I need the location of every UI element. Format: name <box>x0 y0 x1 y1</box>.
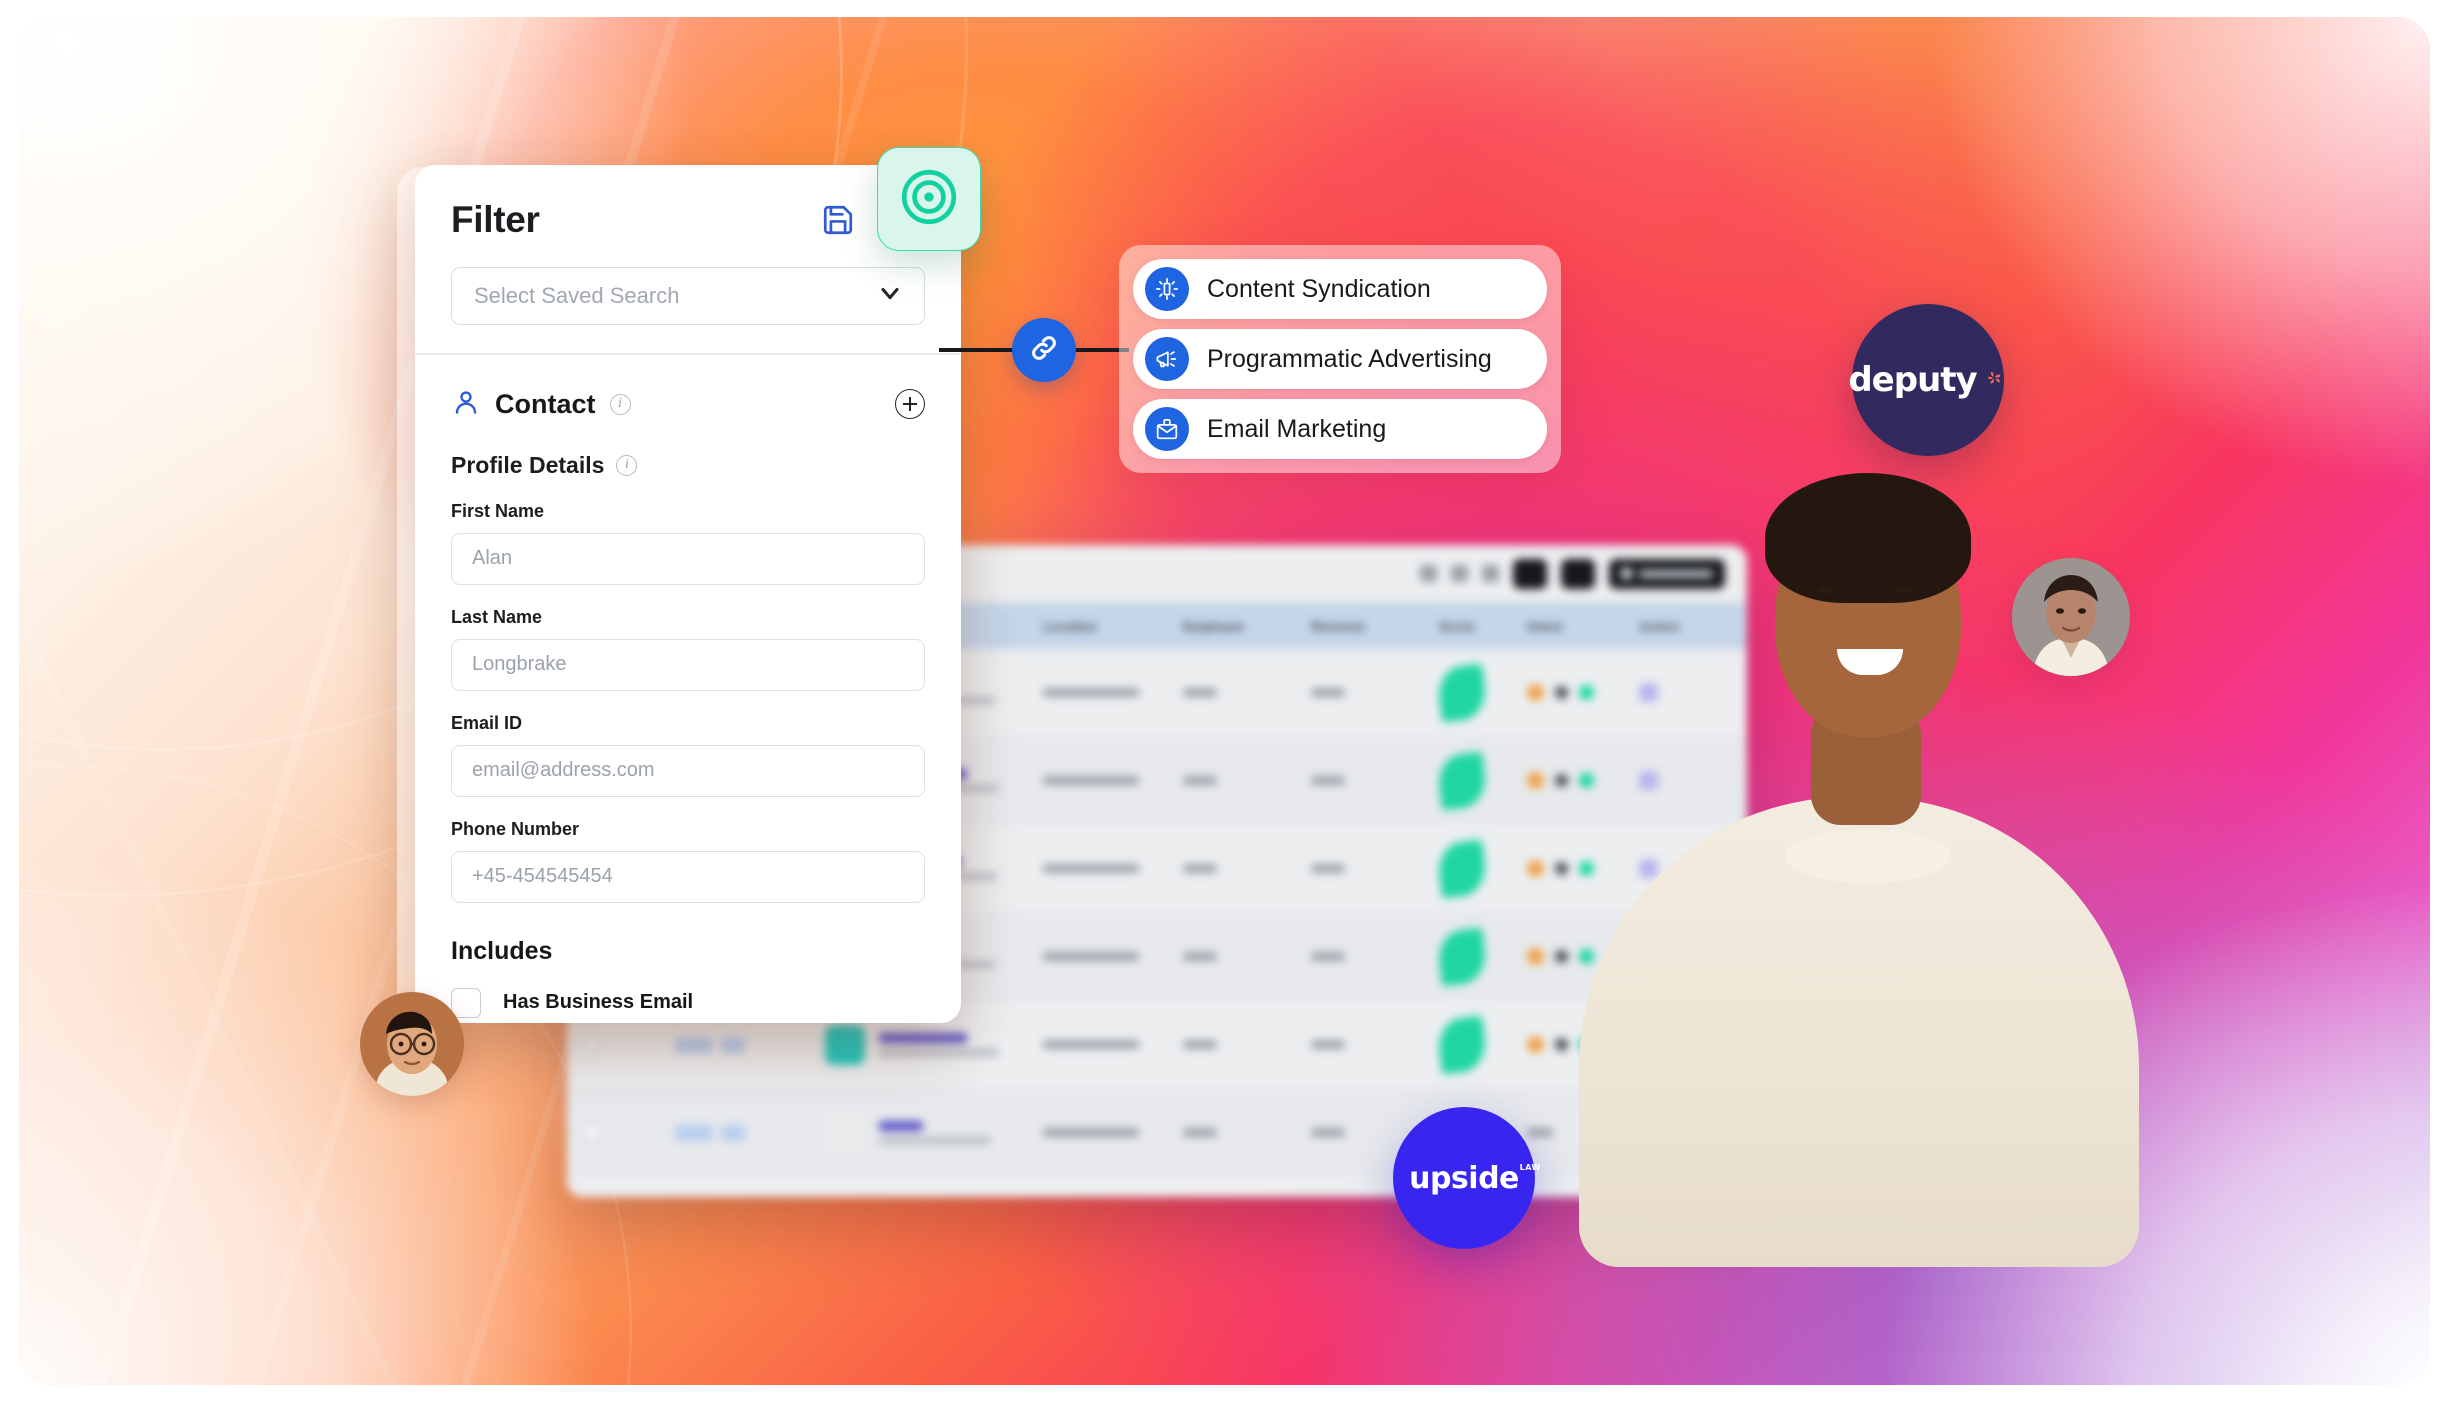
email-id-field: Email ID email@address.com <box>451 713 925 797</box>
email-id-label: Email ID <box>451 712 523 733</box>
grid-view-button[interactable] <box>1513 558 1547 589</box>
includes-title: Includes <box>451 936 553 965</box>
megaphone-icon <box>1145 337 1189 381</box>
last-name-input[interactable]: Longbrake <box>451 638 925 691</box>
deputy-wordmark: deputy <box>1848 360 1977 400</box>
saved-search-select[interactable]: Select Saved Search <box>451 267 925 325</box>
first-name-input[interactable]: Alan <box>451 532 925 585</box>
channel-card-group: Content Syndication Programmatic Adverti… <box>1119 245 1561 473</box>
filter-panel: Filter Select Saved Search Contact i Pro… <box>415 165 961 1023</box>
contact-section-header: Contact i <box>451 387 925 422</box>
upside-wordmark: upside LAW <box>1409 1160 1540 1196</box>
phone-number-label: Phone Number <box>451 818 580 839</box>
info-icon[interactable]: i <box>609 393 631 415</box>
contact-section-title: Contact <box>495 388 596 419</box>
hero-hair <box>1765 473 1971 603</box>
email-id-input[interactable]: email@address.com <box>451 744 925 797</box>
header-divider <box>415 353 961 355</box>
row-checkbox[interactable] <box>583 1036 600 1053</box>
first-name-label: First Name <box>451 500 545 521</box>
link-chain-icon <box>1028 332 1060 369</box>
hero-eye-left <box>1817 585 1834 594</box>
first-name-field: First Name Alan <box>451 501 925 585</box>
profile-details-title: Profile Details <box>451 451 605 478</box>
column-header-employee[interactable]: Employee <box>1183 619 1311 634</box>
logo-upside: upside LAW <box>1393 1107 1540 1249</box>
add-contact-filter-button[interactable] <box>895 389 925 420</box>
channel-card-email-marketing[interactable]: Email Marketing <box>1133 399 1547 459</box>
upside-word-text: upside <box>1409 1160 1519 1196</box>
table-row[interactable] <box>567 1177 1747 1197</box>
save-icon[interactable] <box>821 203 855 237</box>
last-name-field: Last Name Longbrake <box>451 607 925 691</box>
phone-number-field: Phone Number +45-454545454 <box>451 819 925 903</box>
column-header-location[interactable]: Location <box>1043 619 1183 634</box>
settings-icon[interactable] <box>1482 565 1499 582</box>
email-envelope-icon <box>1145 407 1189 451</box>
has-business-email-checkbox[interactable] <box>451 987 481 1018</box>
last-name-label: Last Name <box>451 606 543 627</box>
logo-deputy: deputy <box>1848 304 2004 456</box>
screenshot-stage: Contact Details Company Location Employe… <box>0 0 2449 1402</box>
info-icon[interactable]: i <box>616 454 638 476</box>
hero-collar <box>1785 829 1951 883</box>
avatar-person-left <box>360 992 464 1096</box>
content-syndication-icon <box>1145 267 1189 311</box>
column-header-score: Score <box>1439 618 1476 634</box>
target-badge[interactable] <box>877 147 981 251</box>
upside-suffix: LAW <box>1519 1162 1541 1172</box>
profile-details-header: Profile Details i <box>451 452 925 479</box>
channel-label: Programmatic Advertising <box>1207 344 1492 373</box>
hero-eye-right <box>1895 585 1912 594</box>
column-header-revenue[interactable]: Revenue <box>1311 619 1439 634</box>
gradient-canvas: Contact Details Company Location Employe… <box>19 17 2430 1385</box>
includes-option-business-email[interactable]: Has Business Email <box>451 987 925 1018</box>
row-checkbox[interactable] <box>583 1124 600 1141</box>
phone-number-input[interactable]: +45-454545454 <box>451 850 925 903</box>
edit-icon[interactable] <box>1420 565 1437 582</box>
has-business-email-label: Has Business Email <box>503 991 694 1014</box>
channel-label: Content Syndication <box>1207 274 1431 303</box>
table-row[interactable] <box>567 1089 1747 1177</box>
link-node[interactable] <box>1012 318 1076 382</box>
chevron-down-icon <box>876 279 904 313</box>
asterisk-spark-icon <box>1982 365 2008 396</box>
channel-card-content-syndication[interactable]: Content Syndication <box>1133 259 1547 319</box>
filter-icon[interactable] <box>1451 565 1468 582</box>
target-bullseye-icon <box>896 164 962 235</box>
saved-search-placeholder: Select Saved Search <box>474 283 680 308</box>
channel-label: Email Marketing <box>1207 414 1387 443</box>
channel-card-programmatic-advertising[interactable]: Programmatic Advertising <box>1133 329 1547 389</box>
person-icon <box>451 387 481 422</box>
page-title: Filter <box>451 199 540 240</box>
avatar-person-right <box>2012 558 2130 676</box>
